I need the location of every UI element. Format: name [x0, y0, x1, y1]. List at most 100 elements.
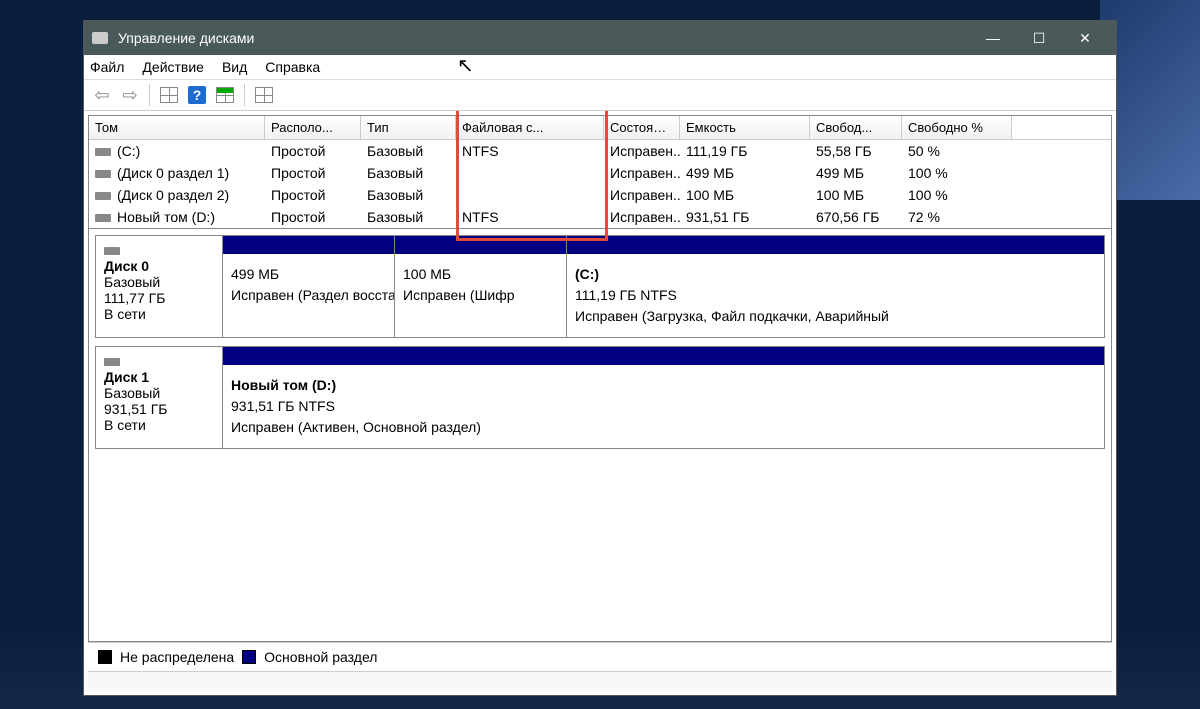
view-button[interactable] [213, 84, 237, 106]
back-button[interactable]: ⇦ [90, 84, 114, 106]
disk-partitions: Новый том (D:) 931,51 ГБ NTFS Исправен (Ак… [223, 346, 1105, 449]
vol-status: Исправен... [604, 140, 680, 162]
table-row[interactable]: (C:)ПростойБазовыйNTFSИсправен...111,19 … [89, 140, 1111, 162]
vol-free: 100 МБ [810, 184, 902, 206]
statusbar [88, 671, 1112, 691]
vol-layout: Простой [265, 184, 361, 206]
partition-info: Исправен (Загрузка, Файл подкачки, Авари… [575, 308, 889, 324]
partition-size: 499 МБ [231, 266, 279, 282]
vol-fs [456, 184, 604, 206]
vol-pct: 50 % [902, 140, 1012, 162]
legend: Не распределена Основной раздел [88, 642, 1112, 671]
partition[interactable]: 100 МБ Исправен (Шифр [395, 236, 567, 337]
vol-layout: Простой [265, 162, 361, 184]
vol-name: (C:) [117, 143, 140, 159]
properties-button[interactable] [157, 84, 181, 106]
volumes-table: Том Располо... Тип Файловая с... Состоян… [88, 115, 1112, 229]
disk-label[interactable]: Диск 0Базовый111,77 ГБВ сети [95, 235, 223, 338]
disk-row: Диск 1Базовый931,51 ГБВ сетиНовый том (D… [95, 346, 1105, 449]
help-button[interactable]: ? [185, 84, 209, 106]
vol-pct: 100 % [902, 162, 1012, 184]
close-button[interactable]: ✕ [1062, 21, 1108, 55]
vol-free: 670,56 ГБ [810, 206, 902, 228]
disk-icon [95, 148, 111, 156]
app-icon [92, 32, 108, 44]
col-fs[interactable]: Файловая с... [456, 116, 604, 139]
partition-info: Исправен (Раздел восста [231, 287, 394, 303]
vol-free: 499 МБ [810, 162, 902, 184]
table-row[interactable]: Новый том (D:)ПростойБазовыйNTFSИсправен… [89, 206, 1111, 228]
disk-name: Диск 1 [104, 369, 214, 385]
vol-status: Исправен... [604, 162, 680, 184]
vol-fs [456, 162, 604, 184]
legend-unallocated-label: Не распределена [120, 649, 234, 665]
col-capacity[interactable]: Емкость [680, 116, 810, 139]
disk-name: Диск 0 [104, 258, 214, 274]
vol-status: Исправен... [604, 206, 680, 228]
disk-size: 111,77 ГБ [104, 290, 165, 306]
col-layout[interactable]: Располо... [265, 116, 361, 139]
menu-help[interactable]: Справка [265, 59, 320, 75]
disk-size: 931,51 ГБ [104, 401, 167, 417]
partition[interactable]: (C:)111,19 ГБ NTFSИсправен (Загрузка, Фа… [567, 236, 1104, 337]
menu-view[interactable]: Вид [222, 59, 247, 75]
partition-info: Исправен (Активен, Основной раздел) [231, 419, 481, 435]
vol-name: Новый том (D:) [117, 209, 215, 225]
partition[interactable]: Новый том (D:) 931,51 ГБ NTFS Исправен (Ак… [223, 347, 1104, 448]
disk-icon [95, 192, 111, 200]
menubar: Файл Действие Вид Справка ↖ [84, 55, 1116, 80]
vol-layout: Простой [265, 206, 361, 228]
window-title: Управление дисками [118, 30, 254, 46]
partition-header [395, 236, 566, 254]
toolbar: ⇦ ⇨ ? [84, 80, 1116, 111]
partition-info: Исправен (Шифр [403, 287, 515, 303]
col-free-pct[interactable]: Свободно % [902, 116, 1012, 139]
table-row[interactable]: (Диск 0 раздел 2)ПростойБазовыйИсправен.… [89, 184, 1111, 206]
table-header: Том Располо... Тип Файловая с... Состоян… [89, 116, 1111, 140]
vol-layout: Простой [265, 140, 361, 162]
vol-pct: 72 % [902, 206, 1012, 228]
menu-action[interactable]: Действие [142, 59, 204, 75]
vol-capacity: 111,19 ГБ [680, 140, 810, 162]
col-status[interactable]: Состояние [604, 116, 680, 139]
vol-pct: 100 % [902, 184, 1012, 206]
partition-size: 931,51 ГБ NTFS [231, 398, 335, 414]
col-volume[interactable]: Том [89, 116, 265, 139]
vol-capacity: 931,51 ГБ [680, 206, 810, 228]
disk-type: Базовый [104, 274, 160, 290]
content-area: Том Располо... Тип Файловая с... Состоян… [84, 111, 1116, 695]
maximize-button[interactable]: ☐ [1016, 21, 1062, 55]
disk-type: Базовый [104, 385, 160, 401]
disk-icon [104, 358, 120, 366]
partition-title: Новый том (D:) [231, 377, 336, 393]
disks-panel: Диск 0Базовый111,77 ГБВ сети 499 МБ Исправ… [88, 229, 1112, 642]
disk-icon [95, 214, 111, 222]
forward-button[interactable]: ⇨ [118, 84, 142, 106]
vol-capacity: 499 МБ [680, 162, 810, 184]
col-free[interactable]: Свобод... [810, 116, 902, 139]
partition-header [223, 236, 394, 254]
vol-capacity: 100 МБ [680, 184, 810, 206]
disk-label[interactable]: Диск 1Базовый931,51 ГБВ сети [95, 346, 223, 449]
menu-file[interactable]: Файл [90, 59, 124, 75]
minimize-button[interactable]: — [970, 21, 1016, 55]
legend-primary-label: Основной раздел [264, 649, 377, 665]
partition-size: 100 МБ [403, 266, 451, 282]
list-button[interactable] [252, 84, 276, 106]
legend-primary-swatch [242, 650, 256, 664]
cursor-icon: ↖ [457, 53, 474, 78]
partition[interactable]: 499 МБ Исправен (Раздел восста [223, 236, 395, 337]
col-type[interactable]: Тип [361, 116, 456, 139]
disk-row: Диск 0Базовый111,77 ГБВ сети 499 МБ Исправ… [95, 235, 1105, 338]
vol-fs: NTFS [456, 206, 604, 228]
table-row[interactable]: (Диск 0 раздел 1)ПростойБазовыйИсправен.… [89, 162, 1111, 184]
disk-management-window: Управление дисками — ☐ ✕ Файл Действие В… [83, 20, 1117, 696]
toolbar-separator [149, 84, 150, 106]
disk-icon [95, 170, 111, 178]
titlebar[interactable]: Управление дисками — ☐ ✕ [84, 21, 1116, 55]
partition-size: 111,19 ГБ NTFS [575, 287, 677, 303]
disk-partitions: 499 МБ Исправен (Раздел восста 100 МБ Испра… [223, 235, 1105, 338]
partition-header [223, 347, 1104, 365]
vol-type: Базовый [361, 140, 456, 162]
toolbar-separator [244, 84, 245, 106]
